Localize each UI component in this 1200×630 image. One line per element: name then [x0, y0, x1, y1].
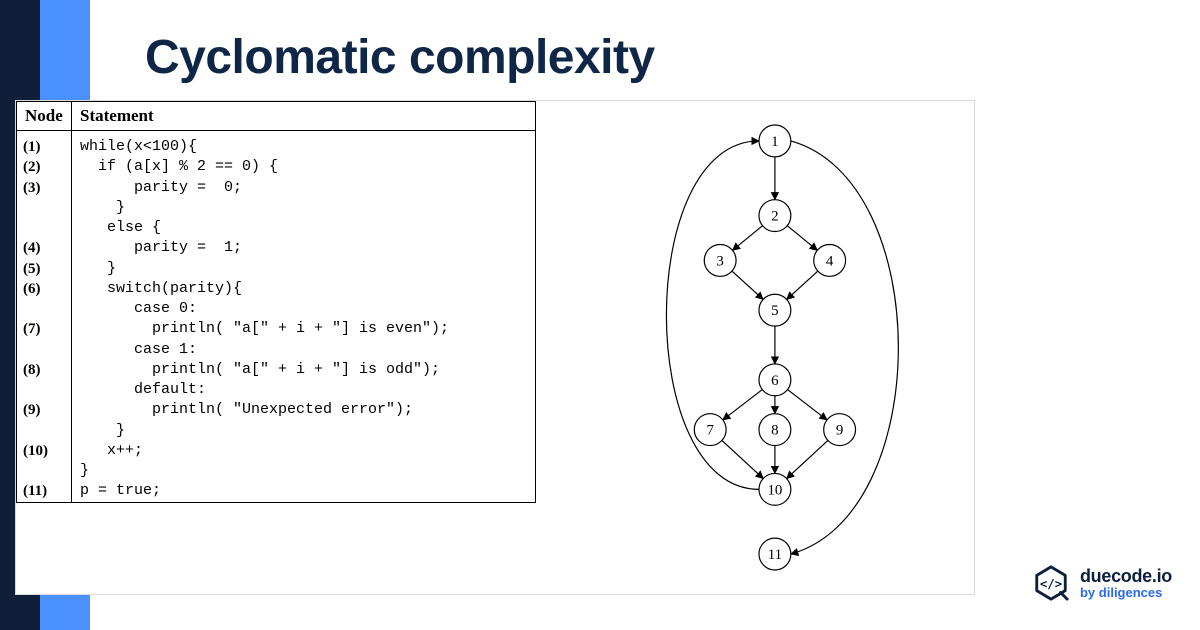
graph-edge [787, 271, 818, 299]
table-row: (4) parity = 1; [17, 238, 536, 258]
node-id: (4) [17, 238, 72, 258]
statement: if (a[x] % 2 == 0) { [72, 157, 536, 177]
node-id [17, 299, 72, 319]
statement: println( "a[" + i + "] is even"); [72, 319, 536, 339]
graph-edge [722, 440, 763, 478]
statement: case 0: [72, 299, 536, 319]
statement: } [72, 198, 536, 218]
statement: } [72, 421, 536, 441]
node-id: (2) [17, 157, 72, 177]
graph-edge [787, 226, 817, 251]
table-row: (1)while(x<100){ [17, 131, 536, 158]
table-row: (9) println( "Unexpected error"); [17, 400, 536, 420]
table-row: } [17, 461, 536, 481]
graph-node-label: 10 [767, 482, 782, 498]
graph-edge [732, 226, 762, 251]
node-id: (8) [17, 360, 72, 380]
graph-edge [787, 440, 828, 478]
statement: p = true; [72, 481, 536, 502]
table-row: (3) parity = 0; [17, 178, 536, 198]
graph-node-label: 6 [771, 373, 779, 389]
statement: switch(parity){ [72, 279, 536, 299]
table-row: (10) x++; [17, 441, 536, 461]
node-id [17, 340, 72, 360]
svg-text:</>: </> [1040, 577, 1062, 591]
table-row: default: [17, 380, 536, 400]
node-id: (6) [17, 279, 72, 299]
statement: default: [72, 380, 536, 400]
graph-edge [732, 271, 763, 299]
node-id: (9) [17, 400, 72, 420]
statement: x++; [72, 441, 536, 461]
node-id [17, 198, 72, 218]
graph-node-label: 3 [716, 253, 723, 269]
statement: while(x<100){ [72, 131, 536, 158]
graph-node-label: 5 [771, 303, 778, 319]
table-row: (2) if (a[x] % 2 == 0) { [17, 157, 536, 177]
statement: } [72, 259, 536, 279]
graph-node-label: 11 [768, 547, 782, 563]
table-row: (8) println( "a[" + i + "] is odd"); [17, 360, 536, 380]
brand-logo: </> duecode.io by diligences [1032, 564, 1172, 602]
statement: parity = 0; [72, 178, 536, 198]
statement: } [72, 461, 536, 481]
table-row: } [17, 421, 536, 441]
graph-node-label: 4 [826, 253, 834, 269]
graph-edge [788, 390, 827, 420]
node-id [17, 461, 72, 481]
statement: println( "Unexpected error"); [72, 400, 536, 420]
table-row: case 0: [17, 299, 536, 319]
col-header-stmt: Statement [72, 102, 536, 131]
table-row: else { [17, 218, 536, 238]
flow-graph: 1 2 3 4 5 6 7 8 9 10 11 [536, 101, 974, 594]
graph-node-label: 7 [706, 423, 714, 439]
statement: case 1: [72, 340, 536, 360]
page-title: Cyclomatic complexity [145, 30, 655, 85]
node-id: (7) [17, 319, 72, 339]
graph-node-label: 9 [836, 423, 843, 439]
node-id [17, 380, 72, 400]
table-row: (5) } [17, 259, 536, 279]
code-hex-icon: </> [1032, 564, 1070, 602]
graph-node-label: 1 [771, 134, 778, 150]
table-row: } [17, 198, 536, 218]
col-header-node: Node [17, 102, 72, 131]
node-id [17, 218, 72, 238]
table-row: case 1: [17, 340, 536, 360]
node-id [17, 421, 72, 441]
table-row: (6) switch(parity){ [17, 279, 536, 299]
node-id: (1) [17, 131, 72, 158]
table-row: (7) println( "a[" + i + "] is even"); [17, 319, 536, 339]
graph-edge [791, 141, 899, 554]
table-row: (11)p = true; [17, 481, 536, 502]
statement: parity = 1; [72, 238, 536, 258]
node-id: (11) [17, 481, 72, 502]
brand-byline: by diligences [1080, 586, 1172, 600]
code-table: Node Statement (1)while(x<100){(2) if (a… [16, 101, 536, 594]
statement: println( "a[" + i + "] is odd"); [72, 360, 536, 380]
brand-name: duecode.io [1080, 567, 1172, 586]
graph-edge [723, 390, 762, 420]
node-id: (5) [17, 259, 72, 279]
node-id: (10) [17, 441, 72, 461]
brand-text: duecode.io by diligences [1080, 567, 1172, 600]
graph-node-label: 2 [771, 209, 778, 225]
node-id: (3) [17, 178, 72, 198]
content-box: Node Statement (1)while(x<100){(2) if (a… [15, 100, 975, 595]
graph-node-label: 8 [771, 423, 778, 439]
statement: else { [72, 218, 536, 238]
